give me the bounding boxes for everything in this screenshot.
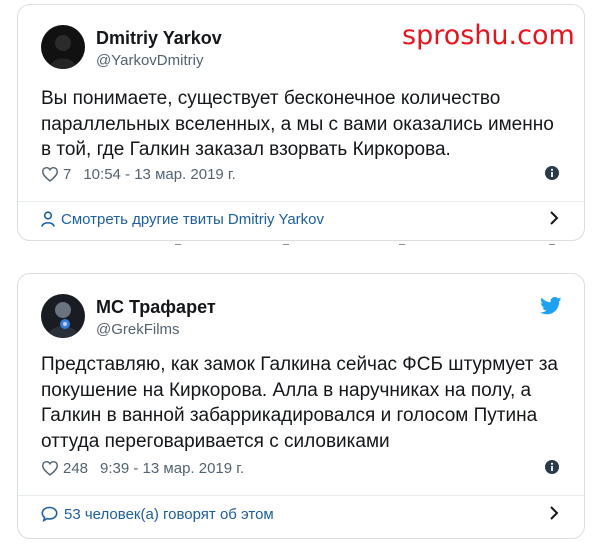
info-icon[interactable]: [545, 166, 559, 184]
speech-bubble-icon: [41, 506, 58, 522]
conversation-link[interactable]: 53 человек(а) говорят об этом: [41, 502, 561, 526]
author-handle[interactable]: @YarkovDmitriy: [96, 52, 203, 69]
heart-icon[interactable]: [41, 460, 59, 476]
tweet-text: Вы понимаете, существует бесконечное кол…: [41, 88, 554, 160]
tweet-meta: 7 10:54 - 13 мар. 2019 г.: [41, 163, 561, 185]
heart-icon[interactable]: [41, 166, 59, 182]
person-icon: [41, 211, 55, 227]
like-count[interactable]: 248: [63, 460, 88, 477]
chevron-right-icon[interactable]: [549, 210, 559, 230]
divider: [18, 495, 584, 496]
author-name[interactable]: MC Трафарет: [96, 297, 216, 318]
watermark: sproshu.com: [402, 20, 575, 51]
avatar[interactable]: [41, 25, 85, 69]
twitter-bird-icon[interactable]: [540, 297, 562, 320]
separator-dash: [175, 244, 181, 245]
tweet-meta: 248 9:39 - 13 мар. 2019 г.: [41, 457, 561, 479]
separator-dash: [549, 244, 555, 245]
footer-label[interactable]: 53 человек(а) говорят об этом: [64, 506, 274, 523]
footer-label[interactable]: Смотреть другие твиты Dmitriy Yarkov: [61, 211, 324, 228]
tweet-card: MC Трафарет @GrekFilms Представляю, как …: [17, 273, 585, 539]
chevron-right-icon[interactable]: [549, 505, 559, 525]
separator-dash: [283, 244, 289, 245]
tweet-text: Представляю, как замок Галкина сейчас ФС…: [41, 354, 558, 452]
author-name[interactable]: Dmitriy Yarkov: [96, 28, 222, 49]
separator-dash: [399, 244, 405, 245]
author-handle[interactable]: @GrekFilms: [96, 321, 180, 338]
like-count[interactable]: 7: [63, 166, 71, 183]
avatar[interactable]: [41, 294, 85, 338]
tweet-timestamp[interactable]: 10:54 - 13 мар. 2019 г.: [83, 166, 235, 183]
view-more-tweets-link[interactable]: Смотреть другие твиты Dmitriy Yarkov: [41, 207, 561, 231]
divider: [18, 201, 584, 202]
tweet-timestamp[interactable]: 9:39 - 13 мар. 2019 г.: [100, 460, 244, 477]
info-icon[interactable]: [545, 460, 559, 478]
